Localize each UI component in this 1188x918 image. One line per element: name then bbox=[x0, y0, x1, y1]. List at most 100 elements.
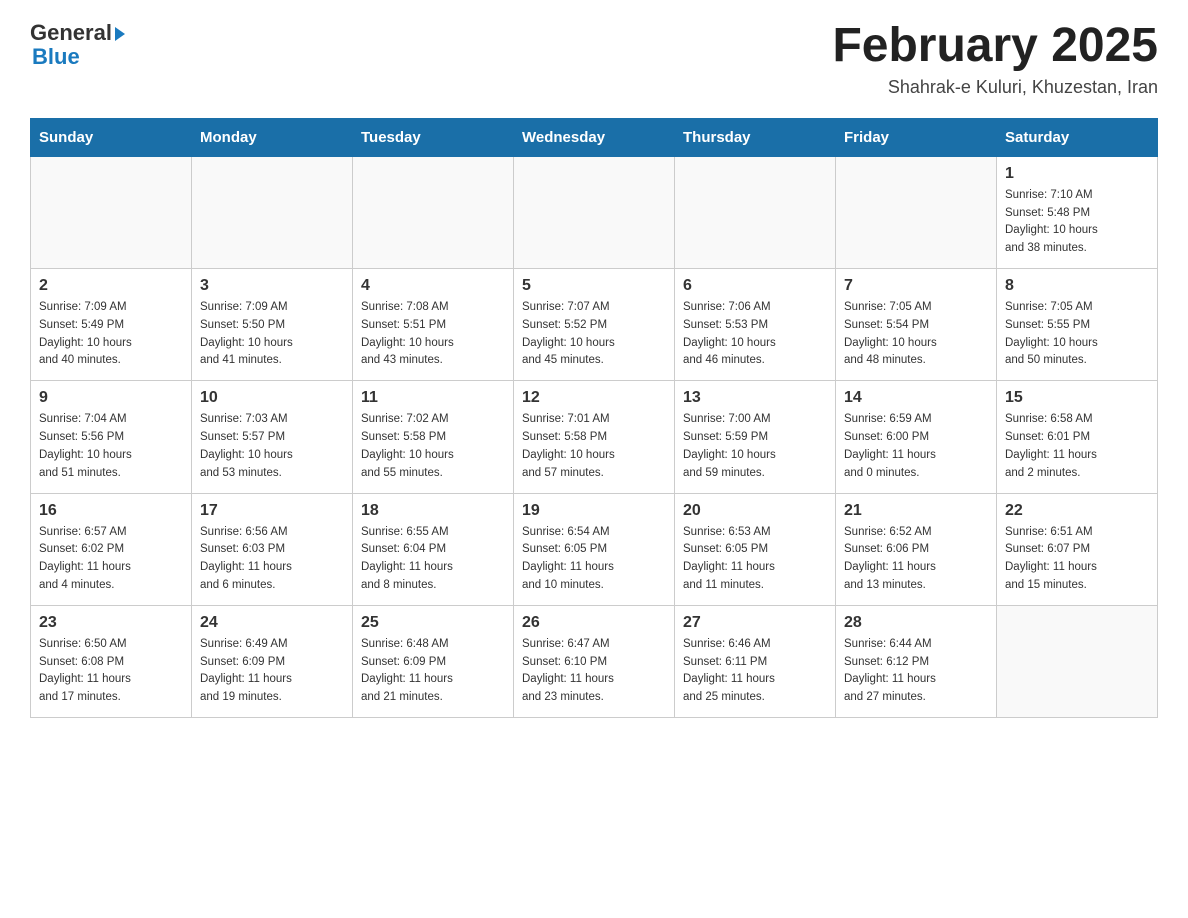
calendar-cell: 24 Sunrise: 6:49 AM Sunset: 6:09 PM Dayli… bbox=[192, 605, 353, 717]
day-info: Sunrise: 7:02 AM Sunset: 5:58 PM Dayligh… bbox=[361, 411, 505, 482]
weekday-header-sunday: Sunday bbox=[31, 118, 192, 156]
day-number: 24 bbox=[200, 614, 344, 632]
calendar-cell: 15 Sunrise: 6:58 AM Sunset: 6:01 PM Dayli… bbox=[997, 381, 1158, 493]
calendar-cell: 16 Sunrise: 6:57 AM Sunset: 6:02 PM Dayli… bbox=[31, 493, 192, 605]
calendar-week-row: 1 Sunrise: 7:10 AM Sunset: 5:48 PM Daylig… bbox=[31, 156, 1158, 268]
day-info: Sunrise: 7:04 AM Sunset: 5:56 PM Dayligh… bbox=[39, 411, 183, 482]
calendar-cell: 25 Sunrise: 6:48 AM Sunset: 6:09 PM Dayli… bbox=[353, 605, 514, 717]
calendar-cell bbox=[31, 156, 192, 268]
weekday-header-thursday: Thursday bbox=[675, 118, 836, 156]
day-info: Sunrise: 7:06 AM Sunset: 5:53 PM Dayligh… bbox=[683, 299, 827, 370]
day-number: 14 bbox=[844, 389, 988, 407]
calendar-cell bbox=[514, 156, 675, 268]
calendar-cell: 22Sunrise: 6:51 AM Sunset: 6:07 PM Dayli… bbox=[997, 493, 1158, 605]
day-info: Sunrise: 6:46 AM Sunset: 6:11 PM Dayligh… bbox=[683, 636, 827, 707]
day-info: Sunrise: 7:08 AM Sunset: 5:51 PM Dayligh… bbox=[361, 299, 505, 370]
day-number: 25 bbox=[361, 614, 505, 632]
day-info: Sunrise: 6:58 AM Sunset: 6:01 PM Dayligh… bbox=[1005, 411, 1149, 482]
calendar-cell: 8Sunrise: 7:05 AM Sunset: 5:55 PM Daylig… bbox=[997, 269, 1158, 381]
weekday-header-friday: Friday bbox=[836, 118, 997, 156]
calendar-cell bbox=[675, 156, 836, 268]
day-number: 12 bbox=[522, 389, 666, 407]
calendar-body: 1 Sunrise: 7:10 AM Sunset: 5:48 PM Daylig… bbox=[31, 156, 1158, 717]
logo: General Blue bbox=[30, 20, 125, 70]
calendar-cell: 6 Sunrise: 7:06 AM Sunset: 5:53 PM Daylig… bbox=[675, 269, 836, 381]
calendar-cell: 11 Sunrise: 7:02 AM Sunset: 5:58 PM Dayli… bbox=[353, 381, 514, 493]
day-info: Sunrise: 6:47 AM Sunset: 6:10 PM Dayligh… bbox=[522, 636, 666, 707]
calendar-cell: 1 Sunrise: 7:10 AM Sunset: 5:48 PM Daylig… bbox=[997, 156, 1158, 268]
day-info: Sunrise: 6:49 AM Sunset: 6:09 PM Dayligh… bbox=[200, 636, 344, 707]
day-info: Sunrise: 7:10 AM Sunset: 5:48 PM Dayligh… bbox=[1005, 187, 1149, 258]
calendar-cell bbox=[192, 156, 353, 268]
calendar-cell: 5Sunrise: 7:07 AM Sunset: 5:52 PM Daylig… bbox=[514, 269, 675, 381]
weekday-header-row: SundayMondayTuesdayWednesdayThursdayFrid… bbox=[31, 118, 1158, 156]
day-number: 18 bbox=[361, 502, 505, 520]
logo-general-text: General bbox=[30, 20, 125, 46]
day-info: Sunrise: 6:53 AM Sunset: 6:05 PM Dayligh… bbox=[683, 524, 827, 595]
calendar-cell: 3Sunrise: 7:09 AM Sunset: 5:50 PM Daylig… bbox=[192, 269, 353, 381]
calendar-cell: 2 Sunrise: 7:09 AM Sunset: 5:49 PM Daylig… bbox=[31, 269, 192, 381]
calendar-cell: 27 Sunrise: 6:46 AM Sunset: 6:11 PM Dayli… bbox=[675, 605, 836, 717]
day-number: 4 bbox=[361, 277, 505, 295]
day-info: Sunrise: 7:01 AM Sunset: 5:58 PM Dayligh… bbox=[522, 411, 666, 482]
calendar-week-row: 2 Sunrise: 7:09 AM Sunset: 5:49 PM Daylig… bbox=[31, 269, 1158, 381]
day-number: 26 bbox=[522, 614, 666, 632]
day-info: Sunrise: 7:05 AM Sunset: 5:54 PM Dayligh… bbox=[844, 299, 988, 370]
day-info: Sunrise: 7:03 AM Sunset: 5:57 PM Dayligh… bbox=[200, 411, 344, 482]
day-number: 9 bbox=[39, 389, 183, 407]
day-number: 5 bbox=[522, 277, 666, 295]
weekday-header-monday: Monday bbox=[192, 118, 353, 156]
month-title: February 2025 bbox=[832, 20, 1158, 73]
calendar-cell: 28Sunrise: 6:44 AM Sunset: 6:12 PM Dayli… bbox=[836, 605, 997, 717]
day-info: Sunrise: 7:09 AM Sunset: 5:49 PM Dayligh… bbox=[39, 299, 183, 370]
day-number: 13 bbox=[683, 389, 827, 407]
calendar-cell: 18Sunrise: 6:55 AM Sunset: 6:04 PM Dayli… bbox=[353, 493, 514, 605]
day-number: 11 bbox=[361, 389, 505, 407]
day-number: 16 bbox=[39, 502, 183, 520]
weekday-header-wednesday: Wednesday bbox=[514, 118, 675, 156]
page-header: General Blue February 2025 Shahrak-e Kul… bbox=[30, 20, 1158, 98]
calendar-cell bbox=[353, 156, 514, 268]
calendar-cell: 7Sunrise: 7:05 AM Sunset: 5:54 PM Daylig… bbox=[836, 269, 997, 381]
day-number: 6 bbox=[683, 277, 827, 295]
calendar-cell: 26 Sunrise: 6:47 AM Sunset: 6:10 PM Dayli… bbox=[514, 605, 675, 717]
weekday-header-tuesday: Tuesday bbox=[353, 118, 514, 156]
day-info: Sunrise: 7:00 AM Sunset: 5:59 PM Dayligh… bbox=[683, 411, 827, 482]
calendar-cell bbox=[997, 605, 1158, 717]
day-info: Sunrise: 6:44 AM Sunset: 6:12 PM Dayligh… bbox=[844, 636, 988, 707]
day-info: Sunrise: 6:59 AM Sunset: 6:00 PM Dayligh… bbox=[844, 411, 988, 482]
day-number: 1 bbox=[1005, 165, 1149, 183]
day-number: 8 bbox=[1005, 277, 1149, 295]
day-number: 21 bbox=[844, 502, 988, 520]
day-number: 3 bbox=[200, 277, 344, 295]
calendar-cell: 14 Sunrise: 6:59 AM Sunset: 6:00 PM Dayli… bbox=[836, 381, 997, 493]
day-number: 2 bbox=[39, 277, 183, 295]
calendar-week-row: 23Sunrise: 6:50 AM Sunset: 6:08 PM Dayli… bbox=[31, 605, 1158, 717]
general-word: General bbox=[30, 20, 112, 46]
day-number: 19 bbox=[522, 502, 666, 520]
logo-blue-text: Blue bbox=[32, 44, 80, 70]
calendar-cell: 21 Sunrise: 6:52 AM Sunset: 6:06 PM Dayli… bbox=[836, 493, 997, 605]
calendar-cell: 23Sunrise: 6:50 AM Sunset: 6:08 PM Dayli… bbox=[31, 605, 192, 717]
calendar-table: SundayMondayTuesdayWednesdayThursdayFrid… bbox=[30, 118, 1158, 718]
day-info: Sunrise: 6:57 AM Sunset: 6:02 PM Dayligh… bbox=[39, 524, 183, 595]
day-info: Sunrise: 6:48 AM Sunset: 6:09 PM Dayligh… bbox=[361, 636, 505, 707]
day-info: Sunrise: 6:52 AM Sunset: 6:06 PM Dayligh… bbox=[844, 524, 988, 595]
calendar-cell: 19 Sunrise: 6:54 AM Sunset: 6:05 PM Dayli… bbox=[514, 493, 675, 605]
day-info: Sunrise: 6:54 AM Sunset: 6:05 PM Dayligh… bbox=[522, 524, 666, 595]
calendar-week-row: 16 Sunrise: 6:57 AM Sunset: 6:02 PM Dayli… bbox=[31, 493, 1158, 605]
day-number: 27 bbox=[683, 614, 827, 632]
calendar-cell: 4 Sunrise: 7:08 AM Sunset: 5:51 PM Daylig… bbox=[353, 269, 514, 381]
logo-arrow-icon bbox=[115, 27, 125, 41]
location-text: Shahrak-e Kuluri, Khuzestan, Iran bbox=[832, 77, 1158, 98]
day-number: 17 bbox=[200, 502, 344, 520]
day-info: Sunrise: 6:51 AM Sunset: 6:07 PM Dayligh… bbox=[1005, 524, 1149, 595]
calendar-cell: 13 Sunrise: 7:00 AM Sunset: 5:59 PM Dayli… bbox=[675, 381, 836, 493]
day-number: 10 bbox=[200, 389, 344, 407]
calendar-week-row: 9 Sunrise: 7:04 AM Sunset: 5:56 PM Daylig… bbox=[31, 381, 1158, 493]
day-number: 20 bbox=[683, 502, 827, 520]
calendar-cell bbox=[836, 156, 997, 268]
weekday-header-saturday: Saturday bbox=[997, 118, 1158, 156]
day-number: 15 bbox=[1005, 389, 1149, 407]
calendar-header: SundayMondayTuesdayWednesdayThursdayFrid… bbox=[31, 118, 1158, 156]
